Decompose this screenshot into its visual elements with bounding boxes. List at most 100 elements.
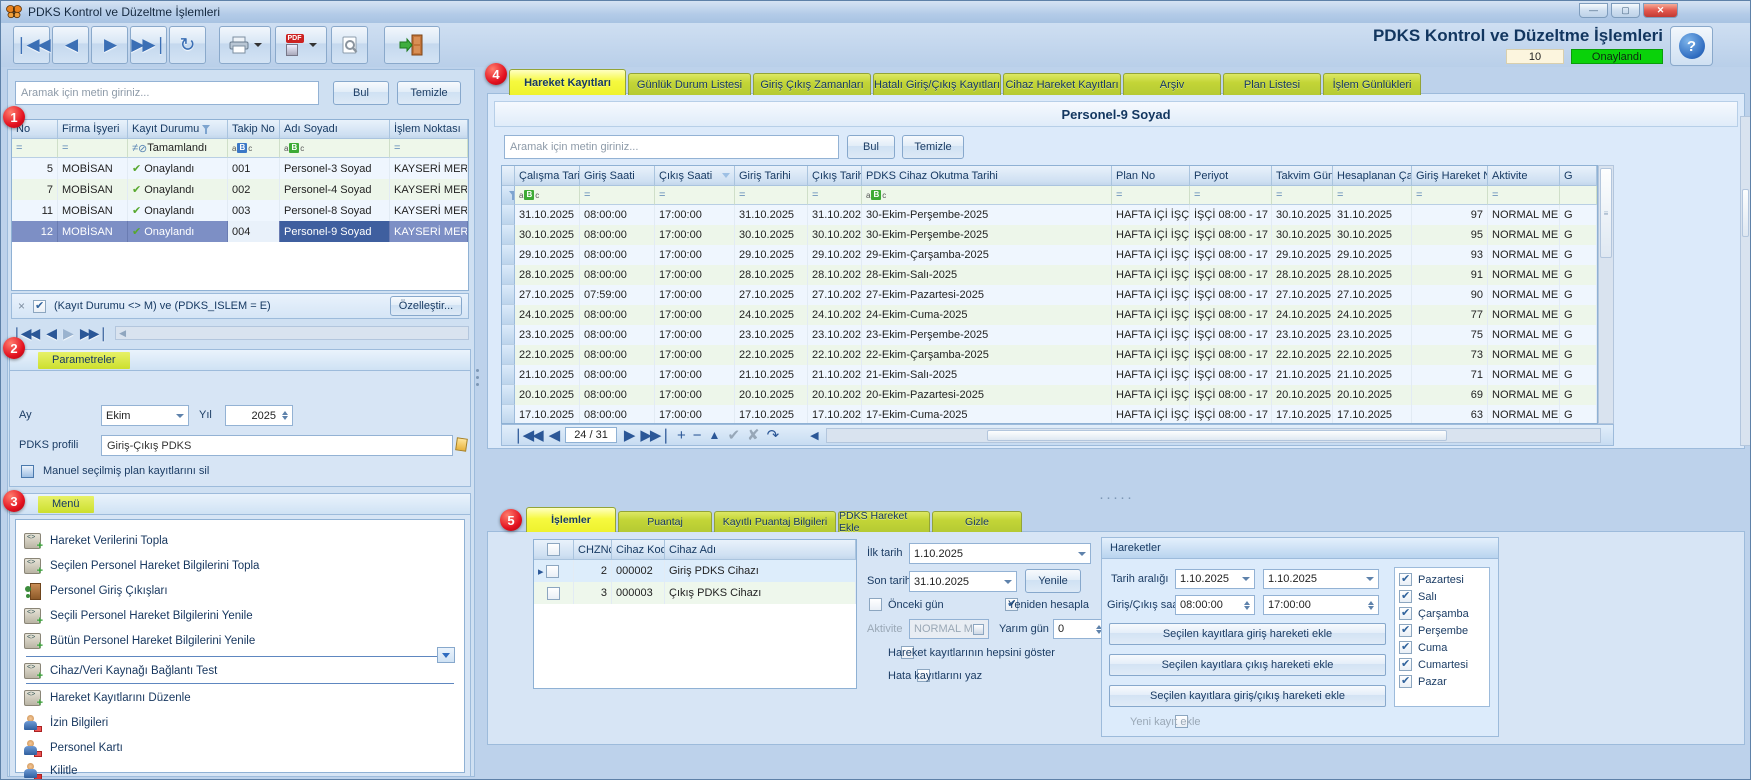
column-header-10[interactable]: Hesaplanan Çalışma: [1333, 166, 1412, 186]
weekday-checkbox[interactable]: [1399, 658, 1412, 671]
table-row[interactable]: 7MOBİSAN✔Onaylandı002Personel-4 SoyadKAY…: [12, 179, 468, 200]
table-row[interactable]: 12MOBİSAN✔Onaylandı004Personel-9 SoyadKA…: [12, 221, 468, 242]
menu-item-4[interactable]: Seçili Personel Hareket Bilgilerini Yeni…: [24, 605, 456, 627]
profile-edit-icon[interactable]: [455, 437, 468, 451]
time-in-spinner-arrows[interactable]: [1244, 601, 1250, 610]
last-date-caret[interactable]: [1004, 580, 1012, 584]
filter-cell[interactable]: ≠ ⊘ Tamamlandı: [128, 139, 228, 158]
add-exit-movement-button[interactable]: Seçilen kayıtlara çıkış hareketi ekle: [1109, 654, 1386, 676]
row-handle[interactable]: [502, 345, 515, 365]
row-handle[interactable]: [502, 265, 515, 285]
table-row[interactable]: ▸2000002Giriş PDKS Cihazı: [534, 560, 856, 582]
tab-top-8[interactable]: İşlem Günlükleri: [1323, 73, 1421, 95]
menu-item-7[interactable]: Hareket Kayıtlarını Düzenle: [24, 687, 456, 709]
column-header-2[interactable]: Giriş Saati: [580, 166, 655, 186]
table-row[interactable]: 29.10.202508:00:0017:00:0029.10.202529.1…: [502, 245, 1597, 265]
month-combo-caret[interactable]: [176, 414, 184, 418]
movements-find-button[interactable]: Bul: [847, 135, 895, 159]
table-row[interactable]: 24.10.202508:00:0017:00:0024.10.202524.1…: [502, 305, 1597, 325]
year-spinner[interactable]: 2025: [225, 405, 293, 426]
time-in-spinner[interactable]: 08:00:00: [1175, 595, 1255, 615]
first-date-combo[interactable]: 1.10.2025: [909, 543, 1091, 564]
column-header-3[interactable]: Çıkış Saati: [655, 166, 735, 186]
delete-plans-icon[interactable]: [21, 465, 34, 478]
previous-record-button[interactable]: ◀: [52, 26, 89, 64]
weekday-checkbox[interactable]: [1399, 590, 1412, 603]
text-filter-icon[interactable]: aBc: [284, 143, 304, 153]
time-out-spinner[interactable]: 17:00:00: [1263, 595, 1379, 615]
filter-cell[interactable]: =: [390, 139, 468, 158]
date-to-combo[interactable]: 1.10.2025: [1263, 569, 1379, 589]
exit-button[interactable]: [384, 26, 440, 64]
personnel-search-input[interactable]: [15, 81, 319, 105]
refresh-dates-button[interactable]: Yenile: [1025, 569, 1081, 593]
first-record-button[interactable]: ❘◀◀: [13, 26, 50, 64]
hscroll-thumb[interactable]: [987, 430, 1447, 441]
half-day-spinner[interactable]: 0: [1053, 619, 1107, 639]
equals-filter-icon[interactable]: =: [1116, 189, 1122, 201]
equals-filter-icon[interactable]: =: [394, 142, 400, 154]
add-entry-movement-button[interactable]: Seçilen kayıtlara giriş hareketi ekle: [1109, 623, 1386, 645]
select-all-checkbox[interactable]: [547, 543, 560, 556]
tab-bottom-1[interactable]: İşlemler: [526, 507, 616, 532]
column-filter-icon[interactable]: [202, 125, 211, 134]
row-handle[interactable]: [502, 385, 515, 405]
pager-refresh-icon[interactable]: ↷: [767, 426, 780, 444]
first-date-caret[interactable]: [1078, 552, 1086, 556]
equals-filter-icon[interactable]: =: [1337, 189, 1343, 201]
column-header-4[interactable]: Giriş Tarihi: [735, 166, 808, 186]
horizontal-splitter[interactable]: ·····: [1099, 489, 1134, 506]
text-filter-icon[interactable]: aBc: [866, 190, 886, 200]
column-header-6[interactable]: İşlem Noktası: [390, 120, 468, 139]
table-row[interactable]: 20.10.202508:00:0017:00:0020.10.202520.1…: [502, 385, 1597, 405]
refresh-button[interactable]: ↻: [169, 26, 206, 64]
last-record-button[interactable]: ▶▶❘: [130, 26, 167, 64]
column-header-12[interactable]: Aktivite: [1488, 166, 1560, 186]
tab-top-5[interactable]: Cihaz Hareket Kayıtları: [1003, 73, 1121, 95]
column-header-9[interactable]: Takvim Günü: [1272, 166, 1333, 186]
column-header-1[interactable]: Çalışma Tari: [515, 166, 580, 186]
add-entry-exit-movement-button[interactable]: Seçilen kayıtlara giriş/çıkış hareketi e…: [1109, 685, 1386, 707]
filter-cell[interactable]: =: [1412, 186, 1488, 205]
table-row[interactable]: 11MOBİSAN✔Onaylandı003Personel-8 SoyadKA…: [12, 200, 468, 221]
column-header-5[interactable]: Adı Soyadı: [280, 120, 390, 139]
movements-search-input[interactable]: [504, 135, 839, 159]
column-header-3[interactable]: Cihaz Adı: [665, 540, 856, 560]
table-row[interactable]: 30.10.202508:00:0017:00:0030.10.202530.1…: [502, 225, 1597, 245]
column-header-4[interactable]: Takip No: [228, 120, 280, 139]
column-header-5[interactable]: Çıkış Tarihi: [808, 166, 862, 186]
row-handle[interactable]: [502, 225, 515, 245]
column-header-3[interactable]: Kayıt Durumu: [128, 120, 228, 139]
table-row[interactable]: 31.10.202508:00:0017:00:0031.10.202531.1…: [502, 205, 1597, 225]
row-handle[interactable]: [502, 325, 515, 345]
hscroll-left-icon[interactable]: ◀: [810, 429, 818, 442]
row-select-cell[interactable]: [534, 582, 574, 604]
menu-item-3[interactable]: Personel Giriş Çıkışları: [24, 580, 456, 602]
maximize-button[interactable]: ▢: [1611, 3, 1640, 18]
table-row[interactable]: 21.10.202508:00:0017:00:0021.10.202521.1…: [502, 365, 1597, 385]
weekday-checkbox[interactable]: [1399, 624, 1412, 637]
movements-grid-hscrollbar[interactable]: [826, 428, 1601, 443]
pager-last-icon[interactable]: ▶▶❘: [640, 426, 670, 444]
weekday-checkbox[interactable]: [1399, 675, 1412, 688]
tab-top-7[interactable]: Plan Listesi: [1223, 73, 1321, 95]
filter-cell[interactable]: =: [655, 186, 735, 205]
remove-filter-icon[interactable]: ×: [18, 299, 25, 313]
personnel-grid-hscrollbar[interactable]: ◀: [115, 326, 469, 340]
pager-edit-icon[interactable]: ▲: [709, 428, 721, 442]
table-row[interactable]: 28.10.202508:00:0017:00:0028.10.202528.1…: [502, 265, 1597, 285]
column-header-6[interactable]: PDKS Cihaz Okutma Tarihi: [862, 166, 1112, 186]
menu-item-6[interactable]: Cihaz/Veri Kaynağı Bağlantı Test: [24, 660, 456, 682]
pager-prev-icon[interactable]: ◀: [549, 426, 559, 444]
table-row[interactable]: 22.10.202508:00:0017:00:0022.10.202522.1…: [502, 345, 1597, 365]
print-preview-button[interactable]: [331, 26, 368, 64]
pager-post-icon[interactable]: ✔: [727, 426, 740, 444]
table-row[interactable]: 23.10.202508:00:0017:00:0023.10.202523.1…: [502, 325, 1597, 345]
pager-cancel-icon[interactable]: ✘: [747, 426, 760, 444]
column-header-13[interactable]: G: [1560, 166, 1597, 186]
panel-vscrollbar[interactable]: [1740, 116, 1751, 446]
row-handle[interactable]: [502, 405, 515, 424]
weekday-checkbox[interactable]: [1399, 573, 1412, 586]
menu-item-2[interactable]: Seçilen Personel Hareket Bilgilerini Top…: [24, 555, 456, 577]
close-button[interactable]: ✕: [1643, 3, 1678, 18]
